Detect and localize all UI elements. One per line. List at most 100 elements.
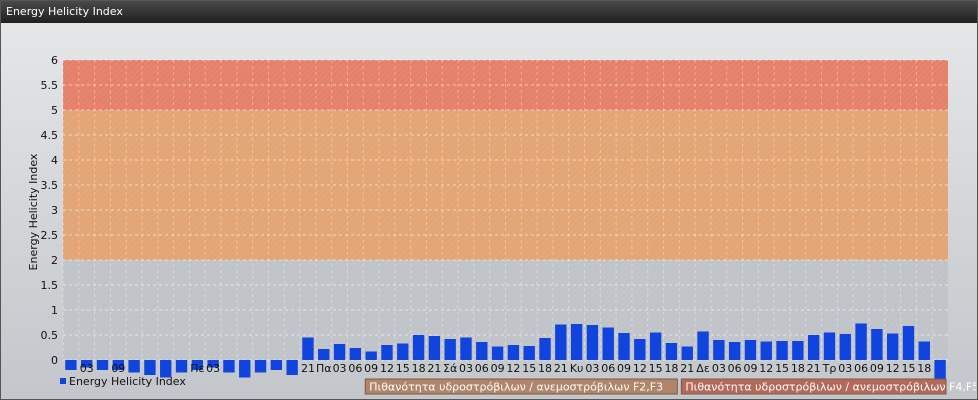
x-tick-label: Τρ: [822, 362, 837, 375]
annotation-box-0: Πιθανότητα υδροστρόβιλων / ανεμοστρόβιλω…: [364, 378, 678, 395]
x-tick-label: 12: [380, 362, 394, 375]
annotation-label: Πιθανότητα υδροστρόβιλων / ανεμοστρόβιλω…: [685, 381, 976, 394]
bar-24: [444, 339, 456, 360]
x-tick-label: 12: [506, 362, 520, 375]
x-tick-label: 06: [728, 362, 742, 375]
x-tick-label: 18: [917, 362, 931, 375]
bar-53: [902, 326, 915, 360]
y-tick-label: 4: [51, 154, 58, 167]
x-tick-label: 15: [522, 362, 536, 375]
x-tick-label: 06: [475, 362, 489, 375]
x-tick-label: 21: [301, 362, 315, 375]
x-tick-label: 18: [412, 362, 426, 375]
bar-29: [523, 346, 535, 360]
y-tick-label: 0: [51, 354, 58, 367]
x-tick-label: 15: [649, 362, 663, 375]
bar-48: [823, 332, 836, 360]
x-tick-label: 06: [854, 362, 868, 375]
bar-25: [460, 337, 472, 360]
bar-40: [697, 331, 709, 360]
bar-2: [96, 360, 109, 370]
x-tick-label: 18: [791, 362, 805, 375]
x-tick-label: Πε: [190, 362, 204, 375]
bar-46: [792, 341, 804, 360]
x-tick-label: 09: [111, 362, 125, 375]
bar-33: [586, 325, 599, 360]
x-tick-label: 06: [601, 362, 615, 375]
x-tick-label: 09: [743, 362, 757, 375]
ehi-chart: 00.511.522.533.544.555.56 03 09 Πε 03 21 Πα 03…: [27, 54, 976, 395]
x-tick-label: 06: [348, 362, 362, 375]
bar-26: [476, 342, 488, 360]
bar-39: [681, 346, 693, 360]
y-tick-label: 0.5: [41, 329, 59, 342]
bar-16: [318, 349, 330, 360]
y-tick-label: 4.5: [41, 129, 59, 142]
bar-21: [397, 343, 409, 360]
x-tick-label: 15: [901, 362, 915, 375]
y-tick-label: 5: [51, 104, 58, 117]
x-tick-label: 18: [664, 362, 678, 375]
bar-17: [333, 344, 346, 360]
bar-51: [871, 329, 883, 360]
y-tick-label: 6: [51, 54, 58, 67]
bar-12: [254, 360, 267, 373]
bar-27: [491, 346, 504, 360]
bar-0: [65, 360, 77, 370]
x-tick-label: 09: [617, 362, 631, 375]
x-tick-label: 21: [680, 362, 694, 375]
x-tick-label: 21: [427, 362, 441, 375]
bar-42: [728, 342, 741, 360]
bar-5: [144, 360, 156, 375]
x-tick-label: 09: [870, 362, 884, 375]
bar-44: [760, 341, 772, 360]
x-tick-label: 18: [538, 362, 552, 375]
x-tick-label: Κυ: [570, 362, 584, 375]
bar-10: [223, 360, 235, 373]
bar-45: [776, 341, 788, 360]
bar-37: [649, 332, 662, 360]
x-tick-label: 03: [80, 362, 94, 375]
y-tick-label: 5.5: [41, 79, 59, 92]
bar-32: [570, 324, 583, 360]
legend-label: Energy Helicity Index: [69, 375, 186, 388]
x-tick-label: 09: [364, 362, 378, 375]
bar-23: [428, 336, 441, 360]
x-tick-label: Πα: [316, 362, 332, 375]
x-tick-label: 12: [759, 362, 773, 375]
bar-14: [286, 360, 298, 375]
bar-22: [412, 335, 425, 360]
x-tick-label: Δε: [696, 362, 710, 375]
bar-34: [602, 327, 614, 360]
y-tick-label: 3.5: [41, 179, 59, 192]
x-tick-label: 15: [775, 362, 789, 375]
y-tick-label: 2.5: [41, 229, 59, 242]
bar-31: [555, 324, 567, 360]
annotation-box-1: Πιθανότητα υδροστρόβιλων / ανεμοστρόβιλω…: [680, 378, 976, 395]
x-tick-label: 03: [459, 362, 473, 375]
x-tick-label: 21: [807, 362, 821, 375]
x-tick-label: 03: [206, 362, 220, 375]
x-tick-label: 03: [712, 362, 726, 375]
annotation-label: Πιθανότητα υδροστρόβιλων / ανεμοστρόβιλω…: [369, 381, 663, 394]
x-tick-label: 03: [838, 362, 852, 375]
bar-20: [381, 345, 393, 360]
x-tick-label: 03: [333, 362, 347, 375]
bar-36: [634, 339, 646, 360]
bar-11: [239, 360, 251, 378]
x-tick-label: 09: [491, 362, 505, 375]
x-tick-label: 12: [633, 362, 647, 375]
bar-50: [855, 323, 867, 360]
legend: Energy Helicity Index: [60, 375, 186, 388]
bar-47: [807, 335, 820, 360]
legend-swatch: [60, 378, 66, 384]
bar-18: [349, 348, 362, 360]
bar-38: [665, 343, 678, 360]
y-tick-label: 1: [51, 304, 58, 317]
bar-43: [744, 340, 757, 360]
y-tick-label: 1.5: [41, 279, 59, 292]
y-tick-label: 2: [51, 254, 58, 267]
y-tick-label: 3: [51, 204, 58, 217]
x-tick-label: 15: [396, 362, 410, 375]
bar-28: [507, 345, 520, 360]
